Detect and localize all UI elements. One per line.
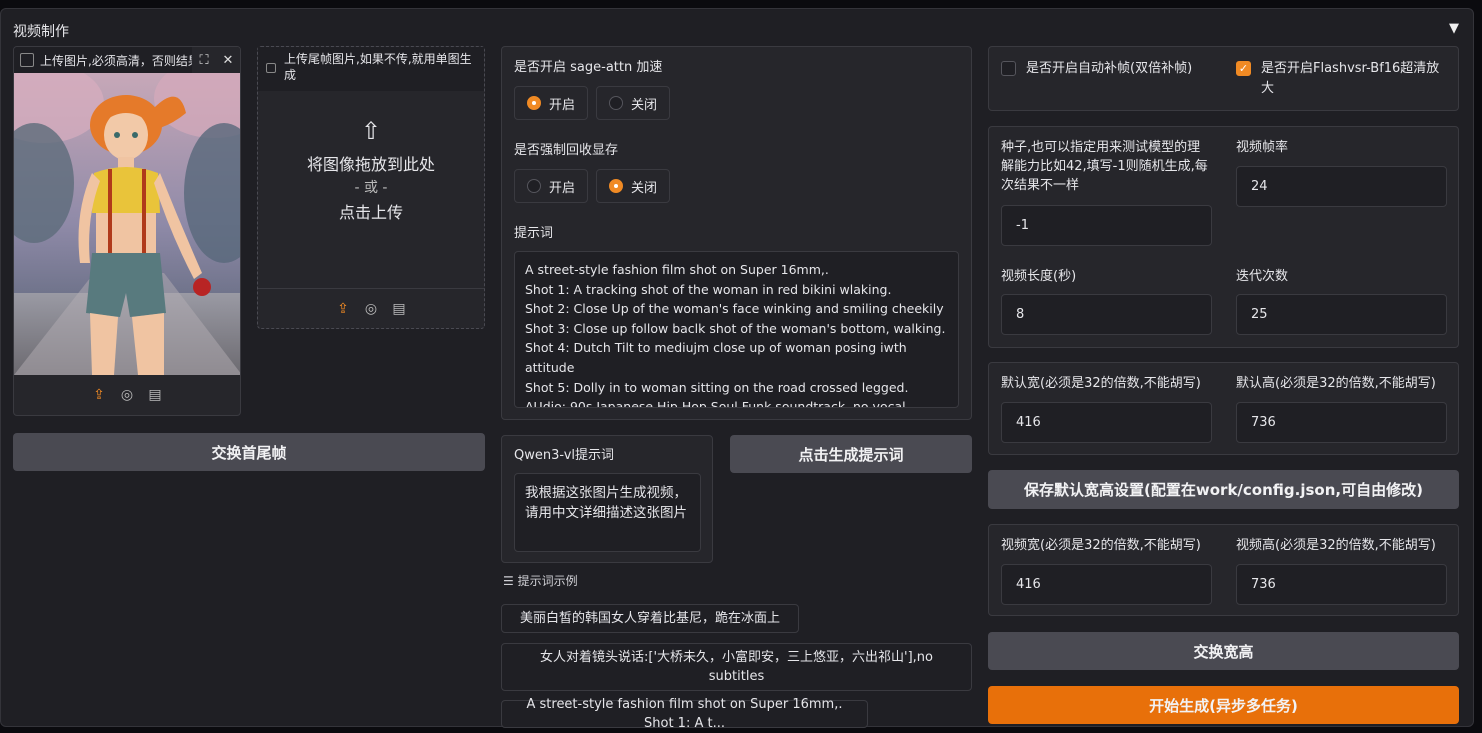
anime-girl-illustration (14, 73, 240, 375)
save-defaults-button[interactable]: 保存默认宽高设置(配置在work/config.json,可自由修改) (988, 470, 1459, 509)
or-text: - 或 - (354, 180, 388, 196)
first-frame-upload[interactable]: 上传图片,必须高清，否则结果会很差 ⛶ ✕ ⇪ ◎ ▤ (13, 46, 241, 416)
steps-input[interactable]: 25 (1236, 294, 1447, 335)
flashvsr-checkbox[interactable]: ✓ 是否开启Flashvsr-Bf16超清放大 (1236, 59, 1446, 99)
video-height-label: 视频高(必须是32的倍数,不能胡写) (1236, 538, 1436, 553)
image-icon (20, 53, 34, 67)
default-width-label: 默认宽(必须是32的倍数,不能胡写) (1001, 376, 1201, 391)
checkbox-unchecked-icon (1001, 61, 1016, 76)
swap-wh-button[interactable]: 交换宽高 (988, 632, 1459, 670)
drop-text: 将图像拖放到此处 (306, 155, 435, 174)
prompt-label: 提示词 (514, 226, 554, 241)
last-frame-footer: ⇪ ◎ ▤ (258, 288, 484, 328)
uploaded-image (14, 73, 240, 375)
upload-icon[interactable]: ⇪ (90, 387, 108, 403)
auto-interp-checkbox[interactable]: 是否开启自动补帧(双倍补帧) (1001, 59, 1192, 79)
start-generation-button[interactable]: 开始生成(异步多任务) (988, 686, 1459, 724)
qwen-label: Qwen3-vl提示词 (514, 448, 615, 463)
fps-input[interactable]: 24 (1236, 166, 1447, 207)
list-icon: ☰ (503, 574, 518, 588)
example-item-2[interactable]: 女人对着镜头说话:['大桥未久，小富即安，三上悠亚，六出祁山'],no subt… (501, 643, 972, 691)
radio-unselected-icon (609, 96, 624, 110)
radio-unselected-icon (527, 179, 541, 193)
radio-selected-icon (527, 96, 541, 110)
triangle-down-icon[interactable]: ▼ (1449, 21, 1459, 36)
example-item-1[interactable]: 美丽白皙的韩国女人穿着比基尼，跪在冰面上 (501, 604, 799, 633)
clipboard-icon[interactable]: ▤ (390, 301, 408, 317)
prompt-textarea[interactable]: A street-style fashion film shot on Supe… (514, 251, 959, 408)
qwen-textarea[interactable]: 我根据这张图片生成视频，请用中文详细描述这张图片 (514, 473, 701, 552)
force-vram-label: 是否强制回收显存 (514, 143, 619, 158)
default-height-input[interactable]: 736 (1236, 402, 1447, 443)
video-width-label: 视频宽(必须是32的倍数,不能胡写) (1001, 538, 1201, 553)
drop-zone[interactable]: ⇧ 将图像拖放到此处 - 或 - 点击上传 (258, 117, 484, 223)
fullscreen-icon[interactable]: ⛶ (192, 47, 216, 73)
radio-selected-icon (609, 179, 624, 193)
steps-label: 迭代次数 (1236, 269, 1289, 284)
video-height-input[interactable]: 736 (1236, 564, 1447, 605)
upload-icon[interactable]: ⇪ (334, 301, 352, 317)
upload-arrow-icon: ⇧ (360, 117, 382, 145)
default-width-input[interactable]: 416 (1001, 402, 1212, 443)
close-icon[interactable]: ✕ (216, 47, 240, 73)
webcam-icon[interactable]: ◎ (118, 387, 136, 403)
swap-frames-button[interactable]: 交换首尾帧 (13, 433, 485, 471)
clipboard-icon[interactable]: ▤ (146, 387, 164, 403)
example-item-3[interactable]: A street-style fashion film shot on Supe… (501, 697, 868, 731)
click-upload-text[interactable]: 点击上传 (258, 199, 484, 223)
first-frame-footer: ⇪ ◎ ▤ (14, 375, 240, 415)
generate-prompt-button[interactable]: 点击生成提示词 (730, 435, 972, 473)
force-vram-on[interactable]: 开启 (514, 169, 589, 203)
section-header[interactable]: 视频制作 ▼ (1, 9, 1473, 49)
duration-input[interactable]: 8 (1001, 294, 1212, 335)
sage-attn-off[interactable]: 关闭 (596, 86, 671, 120)
image-icon (266, 63, 276, 73)
checkbox-checked-icon: ✓ (1236, 61, 1251, 76)
video-width-input[interactable]: 416 (1001, 564, 1212, 605)
webcam-icon[interactable]: ◎ (362, 301, 380, 317)
sage-attn-label: 是否开启 sage-attn 加速 (514, 60, 663, 75)
fps-label: 视频帧率 (1236, 140, 1289, 155)
section-title: 视频制作 (13, 24, 69, 40)
force-vram-off[interactable]: 关闭 (596, 169, 671, 203)
last-frame-label-bar: 上传尾帧图片,如果不传,就用单图生成 (258, 47, 484, 91)
force-vram-radio-group: 开启 关闭 (514, 169, 671, 203)
seed-input[interactable]: -1 (1001, 205, 1212, 246)
sage-attn-on[interactable]: 开启 (514, 86, 589, 120)
examples-header[interactable]: ☰ 提示词示例 (503, 572, 578, 589)
image-toolbar: ⛶ ✕ (192, 47, 240, 73)
duration-label: 视频长度(秒) (1001, 269, 1077, 284)
last-frame-label: 上传尾帧图片,如果不传,就用单图生成 (284, 52, 472, 82)
sage-attn-radio-group: 开启 关闭 (514, 86, 671, 120)
default-height-label: 默认高(必须是32的倍数,不能胡写) (1236, 376, 1436, 391)
last-frame-upload[interactable]: 上传尾帧图片,如果不传,就用单图生成 ⇧ 将图像拖放到此处 - 或 - 点击上传… (257, 46, 485, 329)
seed-label: 种子,也可以指定用来测试模型的理解能力比如42,填写-1则随机生成,每次结果不一… (1001, 140, 1208, 193)
